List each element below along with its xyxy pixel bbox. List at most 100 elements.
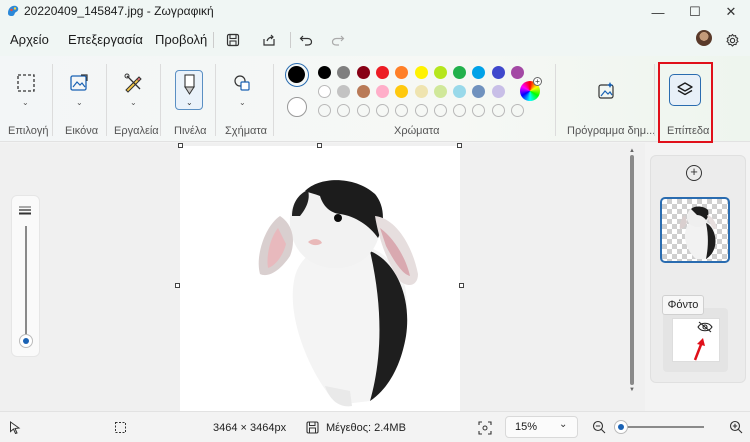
group-label-selection: Επιλογή [8,125,49,137]
zoom-in-icon[interactable] [729,420,743,434]
close-button[interactable]: ✕ [714,0,748,24]
layer-name-tooltip: Φόντο [662,295,704,315]
menu-file[interactable]: Αρχείο [10,32,49,47]
fit-to-window-icon[interactable] [478,421,492,435]
color-swatch[interactable] [511,66,524,79]
empty-color-slot[interactable] [511,104,524,117]
slider-thumb[interactable] [19,334,33,348]
menu-view[interactable]: Προβολή [155,32,207,47]
color-swatch[interactable] [433,85,447,98]
vertical-scrollbar[interactable] [630,155,634,385]
layers-icon [677,82,693,96]
red-arrow-annotation-icon [693,338,705,361]
file-size: Μέγεθος: 2.4MB [326,422,406,434]
empty-color-slot[interactable] [433,104,447,117]
canvas-dimensions: 3464 × 3464px [213,422,287,434]
group-label-colors: Χρώματα [394,125,440,137]
zoom-dropdown[interactable]: 15% ⌄ [505,416,578,438]
rabbit-image [258,180,418,407]
secondary-color-swatch[interactable] [287,97,307,117]
paint-app-icon [8,5,19,16]
image-resize-icon[interactable] [67,71,91,95]
group-divider [215,64,216,136]
empty-color-slot[interactable] [375,104,389,117]
resize-handle[interactable] [459,283,464,288]
brush-button[interactable]: ⌄ [175,70,203,110]
chevron-down-icon: ⌄ [186,98,193,107]
empty-color-slot[interactable] [318,104,331,117]
primary-color-indicator[interactable] [285,63,309,87]
primary-color-swatch [288,66,305,83]
color-swatch[interactable] [491,85,505,98]
menu-edit[interactable]: Επεξεργασία [68,32,143,47]
color-swatch[interactable] [356,66,370,79]
group-divider [654,64,655,136]
group-divider [273,64,274,136]
color-swatch[interactable] [491,66,505,79]
window-title: 20220409_145847.jpg - Ζωγραφική [24,4,214,18]
group-divider [106,64,107,136]
color-swatch[interactable] [414,85,428,98]
add-layer-button[interactable]: + [686,165,702,181]
color-swatch[interactable] [433,66,447,79]
ribbon-toolbar: ⌄ Επιλογή ⌄ Εικόνα ⌄ Εργαλεία ⌄ Πινέλα ⌄… [0,56,750,142]
chevron-down-icon[interactable]: ⌄ [22,98,29,107]
menu-divider [213,32,214,48]
menu-divider [290,32,291,48]
selection-size-icon [115,422,126,433]
settings-gear-icon[interactable] [722,30,742,50]
menu-bar: Αρχείο Επεξεργασία Προβολή [0,24,750,56]
empty-color-slot[interactable] [414,104,428,117]
color-swatch[interactable] [318,66,331,79]
redo-icon[interactable] [328,30,348,50]
resize-handle[interactable] [178,143,183,148]
group-label-image: Εικόνα [65,125,99,137]
hidden-eye-icon[interactable] [697,321,713,333]
color-swatch[interactable] [318,85,331,98]
color-swatch[interactable] [414,66,428,79]
drawing-canvas[interactable] [180,146,460,411]
resize-handle[interactable] [457,143,462,148]
undo-icon[interactable] [296,30,316,50]
color-swatch[interactable] [453,85,467,98]
save-icon[interactable] [223,30,243,50]
group-label-creator: Πρόγραμμα δημ... [567,125,656,137]
zoom-out-icon[interactable] [592,420,606,434]
group-divider [555,64,556,136]
title-bar: 20220409_145847.jpg - Ζωγραφική [0,0,750,24]
rabbit-thumbnail [679,206,717,259]
chevron-down-icon[interactable]: ⌄ [76,98,83,107]
file-size-save-icon [306,421,319,434]
color-swatch[interactable] [453,66,467,79]
layer-thumbnail-active[interactable] [660,197,730,263]
group-label-brushes: Πινέλα [174,125,207,137]
empty-color-slot[interactable] [491,104,505,117]
scroll-down-arrow[interactable]: ▼ [629,387,635,393]
scroll-up-arrow[interactable]: ▲ [629,148,635,154]
image-creator-icon[interactable] [594,79,618,103]
maximize-button[interactable]: ☐ [678,0,712,24]
layers-button[interactable] [669,74,701,106]
tools-pencil-icon[interactable] [121,71,145,95]
color-swatch[interactable] [356,85,370,98]
brush-size-icon [19,206,31,215]
group-divider [52,64,53,136]
add-color-icon[interactable]: + [533,77,542,86]
resize-handle[interactable] [317,143,322,148]
resize-handle[interactable] [175,283,180,288]
chevron-down-icon[interactable]: ⌄ [130,98,137,107]
selection-icon[interactable] [14,71,38,95]
share-icon[interactable] [259,30,279,50]
color-swatch[interactable] [375,66,389,79]
chevron-down-icon: ⌄ [559,419,568,430]
zoom-slider-track[interactable] [621,426,704,428]
user-avatar[interactable] [696,30,712,46]
zoom-value: 15% [515,421,538,433]
chevron-down-icon[interactable]: ⌄ [239,98,246,107]
empty-color-slot[interactable] [453,104,467,117]
zoom-slider-thumb[interactable] [614,420,628,434]
empty-color-slot[interactable] [356,104,370,117]
color-swatch[interactable] [375,85,389,98]
shapes-icon[interactable] [230,71,254,95]
minimize-button[interactable]: — [641,0,675,24]
